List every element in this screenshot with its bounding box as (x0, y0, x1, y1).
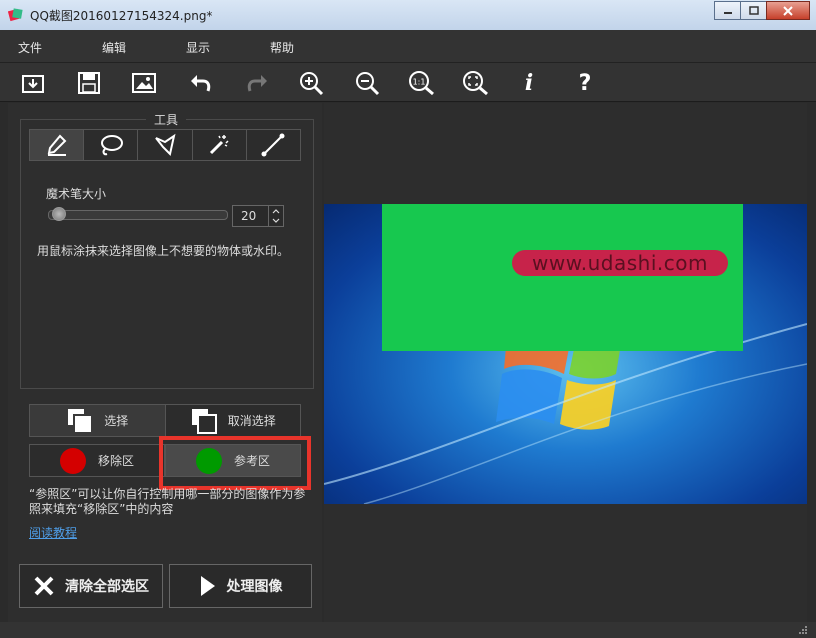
tool-lasso[interactable] (83, 130, 138, 160)
chevron-up-icon (272, 209, 280, 214)
minimize-icon (723, 11, 732, 14)
deselect-button[interactable]: 取消选择 (164, 405, 300, 436)
brush-size-slider-handle[interactable] (52, 207, 66, 221)
info-icon: i (524, 70, 534, 96)
tools-legend: 工具 (146, 111, 187, 128)
region-description: “参照区”可以让你自行控制用哪一部分的图像作为参照来填充“移除区”中的内容 (29, 487, 306, 516)
tool-hint: 用鼠标涂抹来选择图像上不想要的物体或水印。 (37, 244, 290, 258)
fit-icon (463, 71, 488, 96)
status-bar (0, 622, 816, 638)
app-icon (8, 8, 23, 22)
clear-icon (34, 576, 54, 596)
deselect-icon (191, 408, 217, 434)
save-icon (78, 72, 100, 94)
remove-region-button[interactable]: 移除区 (29, 444, 165, 477)
reference-region-overlay: www.udashi.com (382, 204, 743, 351)
line-icon (261, 133, 285, 157)
tool-magic-pen[interactable] (30, 130, 84, 160)
watermark-text: www.udashi.com (512, 250, 728, 276)
deselect-label: 取消选择 (227, 414, 276, 428)
zoom-out-icon (356, 72, 380, 96)
help-icon: ? (578, 70, 592, 96)
maximize-icon (748, 5, 759, 15)
save-button[interactable] (74, 68, 104, 98)
brush-size-spin-arrows[interactable] (268, 206, 283, 226)
redo-icon (247, 75, 267, 92)
maximize-button[interactable] (740, 1, 767, 20)
select-button[interactable]: 选择 (30, 405, 165, 436)
magic-wand-icon (210, 135, 229, 155)
remove-region-color-icon (59, 447, 86, 474)
brush-size-value: 20 (241, 209, 257, 223)
close-button[interactable] (766, 1, 810, 20)
actual-size-button[interactable]: 1:1 (406, 68, 436, 98)
image-button[interactable] (130, 68, 160, 98)
highlight-box (159, 436, 311, 490)
brush-size-slider[interactable] (48, 210, 228, 220)
pen-icon (47, 134, 67, 156)
tool-polygon[interactable] (137, 130, 192, 160)
menu-edit[interactable]: 编辑 (102, 39, 126, 56)
select-icon (68, 408, 94, 434)
select-label: 选择 (104, 414, 129, 428)
brush-size-spinbox[interactable]: 20 (232, 205, 284, 227)
title-bar: QQ截图20160127154324.png* (0, 0, 816, 31)
help-button[interactable]: ? (570, 68, 600, 98)
process-image-button[interactable]: 处理图像 (169, 564, 312, 608)
clear-selection-label: 清除全部选区 (65, 579, 149, 595)
tool-magic-wand[interactable] (191, 130, 246, 160)
zoom-out-button[interactable] (352, 68, 382, 98)
toolbar: 1:1 i ? (0, 63, 816, 102)
lasso-icon (100, 135, 123, 156)
image-icon (132, 73, 156, 93)
window-title: QQ截图20160127154324.png* (30, 9, 213, 23)
menu-file[interactable]: 文件 (18, 39, 42, 56)
actual-size-label: 1:1 (413, 78, 426, 87)
remove-region-label: 移除区 (97, 454, 134, 468)
undo-button[interactable] (186, 68, 216, 98)
image-preview[interactable]: www.udashi.com (324, 204, 807, 504)
brush-size-label: 魔术笔大小 (46, 187, 107, 201)
close-icon (783, 5, 793, 16)
actual-size-icon: 1:1 (409, 71, 434, 96)
polygon-lasso-icon (155, 133, 176, 156)
chevron-down-icon (272, 218, 280, 223)
menu-help[interactable]: 帮助 (270, 39, 294, 56)
resize-grip-icon[interactable] (798, 625, 808, 635)
process-image-label: 处理图像 (226, 579, 283, 595)
undo-icon (191, 75, 211, 92)
tool-line[interactable] (245, 130, 301, 160)
fit-button[interactable] (460, 68, 490, 98)
menu-view[interactable]: 显示 (186, 39, 210, 56)
redo-button[interactable] (242, 68, 272, 98)
tool-selector (29, 129, 301, 161)
info-button[interactable]: i (514, 68, 544, 98)
zoom-in-icon (300, 72, 324, 96)
open-button[interactable] (18, 68, 48, 98)
zoom-in-button[interactable] (296, 68, 326, 98)
tutorial-link[interactable]: 阅读教程 (29, 524, 77, 541)
minimize-button[interactable] (714, 1, 741, 20)
open-icon (22, 75, 44, 93)
play-icon (200, 576, 215, 596)
menu-bar: 文件 编辑 显示 帮助 (0, 30, 816, 63)
canvas-area[interactable]: www.udashi.com (324, 103, 807, 622)
clear-selection-button[interactable]: 清除全部选区 (19, 564, 163, 608)
selection-buttons: 选择 取消选择 (29, 404, 301, 437)
